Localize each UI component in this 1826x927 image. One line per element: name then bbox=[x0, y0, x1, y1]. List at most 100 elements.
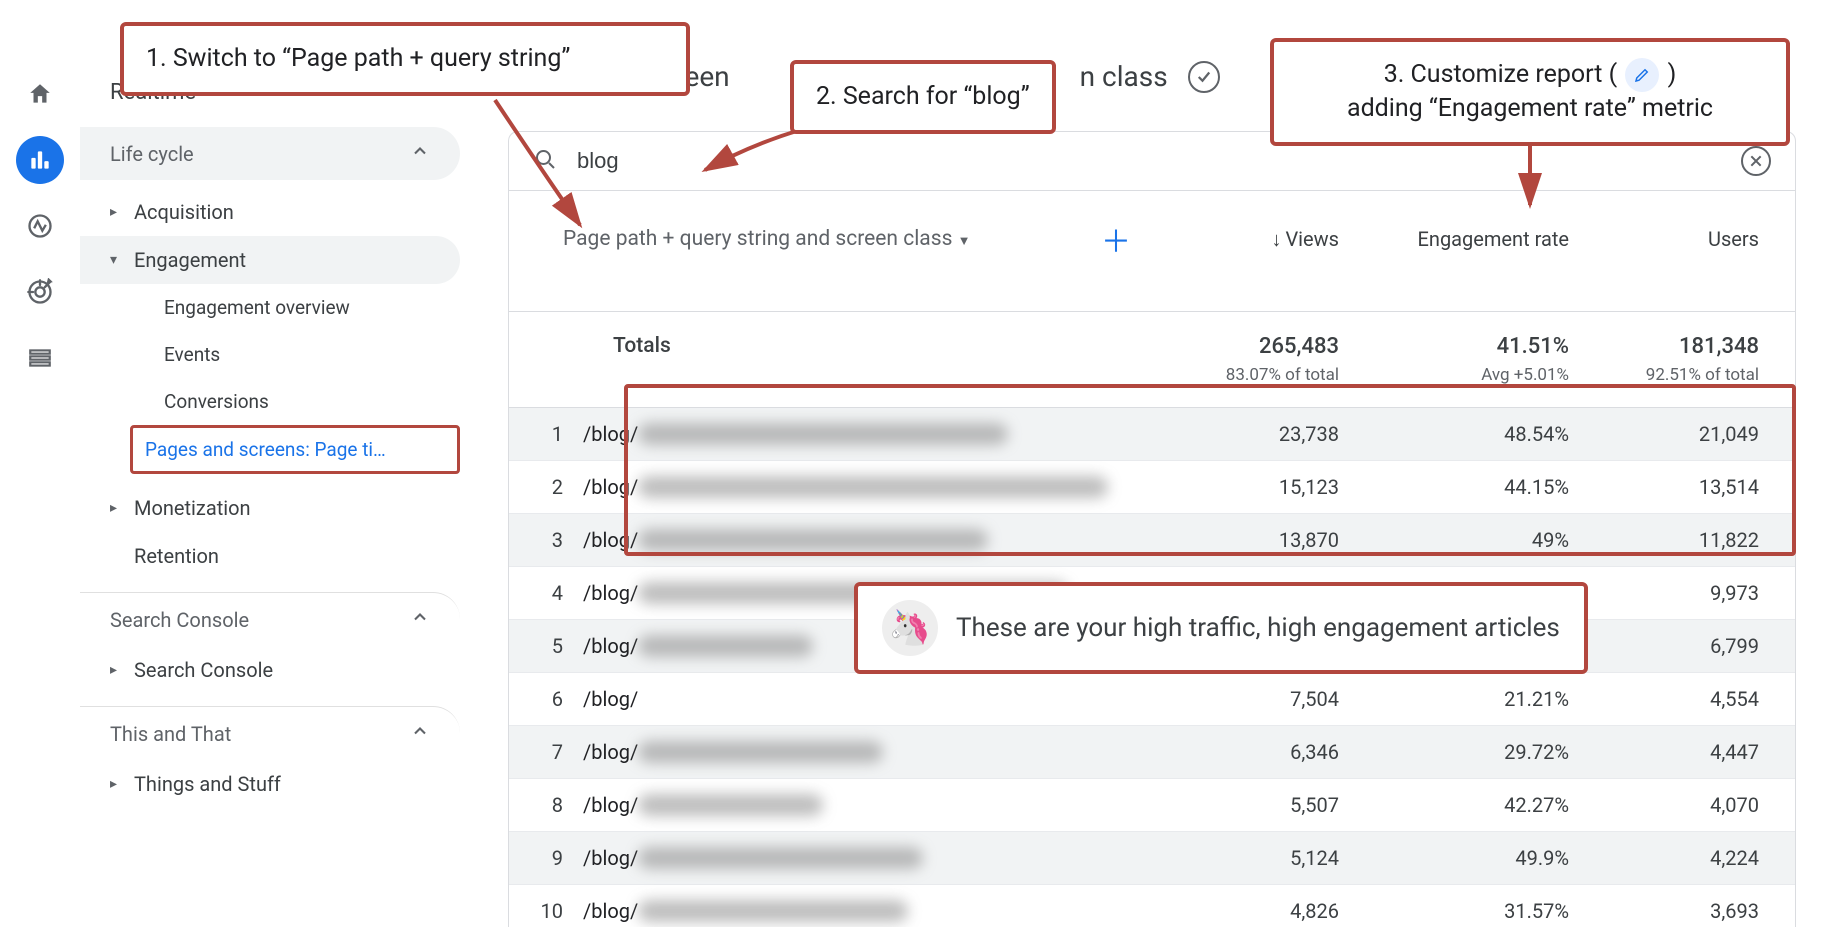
nav-label: Acquisition bbox=[134, 200, 234, 224]
row-path: /blog/ bbox=[583, 687, 1161, 711]
cell-engagement: 49.9% bbox=[1351, 846, 1581, 870]
table-row[interactable]: 2/blog/15,12344.15%13,514 bbox=[509, 461, 1795, 514]
nav-engagement-overview[interactable]: Engagement overview bbox=[80, 284, 460, 331]
cell-engagement: 48.54% bbox=[1351, 422, 1581, 446]
redacted-text bbox=[638, 847, 923, 869]
table-row[interactable]: 6/blog/7,50421.21%4,554 bbox=[509, 673, 1795, 726]
home-icon[interactable] bbox=[16, 70, 64, 118]
cell-views: 15,123 bbox=[1161, 475, 1351, 499]
nav-acquisition[interactable]: ▸Acquisition bbox=[80, 188, 460, 236]
row-path: /blog/ bbox=[583, 899, 1161, 923]
cell-views: 5,507 bbox=[1161, 793, 1351, 817]
nav-label: Search Console bbox=[134, 658, 273, 682]
row-number: 8 bbox=[533, 793, 583, 817]
redacted-text bbox=[638, 529, 988, 551]
nav-pages-and-screens-selected[interactable]: Pages and screens: Page ti… bbox=[130, 425, 460, 474]
check-circle-icon[interactable] bbox=[1188, 61, 1220, 93]
left-nav: Realtime Life cycle ▸Acquisition ▾Engage… bbox=[80, 0, 480, 927]
arrow-3 bbox=[1510, 140, 1550, 220]
configure-icon[interactable] bbox=[16, 334, 64, 382]
nav-conversions[interactable]: Conversions bbox=[80, 378, 460, 425]
unicorn-icon: 🦄 bbox=[882, 600, 938, 656]
section-search-console[interactable]: Search Console bbox=[80, 592, 460, 646]
nav-label: Things and Stuff bbox=[134, 772, 281, 796]
add-dimension-button[interactable]: ＋ bbox=[1101, 217, 1131, 261]
caret-right-icon: ▸ bbox=[110, 500, 134, 516]
cell-engagement: 44.15% bbox=[1351, 475, 1581, 499]
section-label: This and That bbox=[110, 722, 231, 746]
cell-users: 3,693 bbox=[1581, 899, 1771, 923]
section-lifecycle[interactable]: Life cycle bbox=[80, 127, 460, 180]
row-number: 10 bbox=[533, 899, 583, 923]
nav-label: Retention bbox=[134, 544, 219, 568]
totals-users-sub: 92.51% of total bbox=[1581, 365, 1759, 385]
table-row[interactable]: 3/blog/13,87049%11,822 bbox=[509, 514, 1795, 567]
nav-engagement[interactable]: ▾Engagement bbox=[80, 236, 460, 284]
row-path: /blog/ bbox=[583, 846, 1161, 870]
row-number: 3 bbox=[533, 528, 583, 552]
caret-right-icon: ▸ bbox=[110, 662, 134, 678]
redacted-text bbox=[638, 794, 823, 816]
callout-unicorn: 🦄 These are your high traffic, high enga… bbox=[854, 582, 1588, 674]
path-prefix: /blog/ bbox=[583, 528, 638, 552]
col-engagement[interactable]: Engagement rate bbox=[1351, 227, 1581, 251]
path-prefix: /blog/ bbox=[583, 740, 638, 764]
callout-text: 1. Switch to “Page path + query string” bbox=[146, 44, 570, 73]
cell-users: 6,799 bbox=[1581, 634, 1771, 658]
cell-views: 7,504 bbox=[1161, 687, 1351, 711]
nav-monetization[interactable]: ▸Monetization bbox=[80, 484, 460, 532]
callout-text: These are your high traffic, high engage… bbox=[956, 613, 1560, 643]
table-row[interactable]: 9/blog/5,12449.9%4,224 bbox=[509, 832, 1795, 885]
nav-events[interactable]: Events bbox=[80, 331, 460, 378]
row-number: 9 bbox=[533, 846, 583, 870]
row-path: /blog/ bbox=[583, 528, 1161, 552]
arrow-2 bbox=[690, 125, 830, 195]
table-row[interactable]: 8/blog/5,50742.27%4,070 bbox=[509, 779, 1795, 832]
col-users[interactable]: Users bbox=[1581, 227, 1771, 251]
path-prefix: /blog/ bbox=[583, 687, 638, 711]
cell-views: 23,738 bbox=[1161, 422, 1351, 446]
row-number: 1 bbox=[533, 422, 583, 446]
advertising-icon[interactable] bbox=[16, 268, 64, 316]
icon-rail bbox=[0, 0, 80, 927]
cell-users: 21,049 bbox=[1581, 422, 1771, 446]
col-label: Views bbox=[1285, 227, 1339, 251]
callout-1: 1. Switch to “Page path + query string” bbox=[120, 22, 690, 96]
pencil-icon bbox=[1625, 58, 1659, 92]
redacted-text bbox=[638, 635, 813, 657]
nav-retention[interactable]: Retention bbox=[80, 532, 460, 580]
nav-search-console[interactable]: ▸Search Console bbox=[80, 646, 460, 694]
caret-down-icon: ▾ bbox=[110, 252, 134, 268]
callout-2: 2. Search for “blog” bbox=[790, 60, 1056, 134]
reports-icon[interactable] bbox=[16, 136, 64, 184]
section-this-and-that[interactable]: This and That bbox=[80, 706, 460, 760]
table-row[interactable]: 1/blog/23,73848.54%21,049 bbox=[509, 408, 1795, 461]
nav-things-and-stuff[interactable]: ▸Things and Stuff bbox=[80, 760, 460, 808]
cell-users: 11,822 bbox=[1581, 528, 1771, 552]
table-row[interactable]: 7/blog/6,34629.72%4,447 bbox=[509, 726, 1795, 779]
totals-label: Totals bbox=[533, 334, 1161, 358]
cell-views: 5,124 bbox=[1161, 846, 1351, 870]
report-card: Rows per page: 25 Page path + query stri… bbox=[508, 131, 1796, 927]
caret-right-icon: ▸ bbox=[110, 204, 134, 220]
col-views[interactable]: ↓Views bbox=[1161, 227, 1351, 252]
cell-engagement: 49% bbox=[1351, 528, 1581, 552]
row-path: /blog/ bbox=[583, 422, 1161, 446]
path-prefix: /blog/ bbox=[583, 793, 638, 817]
table-row[interactable]: 10/blog/4,82631.57%3,693 bbox=[509, 885, 1795, 927]
callout-text: adding “Engagement rate” metric bbox=[1347, 94, 1713, 123]
section-label: Search Console bbox=[110, 608, 249, 632]
totals-row: Totals 265,48383.07% of total 41.51%Avg … bbox=[509, 312, 1795, 408]
callout-text: 2. Search for “blog” bbox=[816, 82, 1030, 111]
totals-engagement-sub: Avg +5.01% bbox=[1351, 365, 1569, 385]
explore-icon[interactable] bbox=[16, 202, 64, 250]
nav-label: Pages and screens: Page ti… bbox=[133, 430, 447, 469]
path-prefix: /blog/ bbox=[583, 899, 638, 923]
title-fragment: n class bbox=[1080, 60, 1168, 93]
cell-users: 13,514 bbox=[1581, 475, 1771, 499]
clear-search-button[interactable] bbox=[1741, 146, 1771, 176]
totals-views: 265,483 bbox=[1161, 334, 1339, 359]
callout-text: ) bbox=[1668, 60, 1677, 89]
redacted-text bbox=[638, 423, 1008, 445]
row-number: 6 bbox=[533, 687, 583, 711]
